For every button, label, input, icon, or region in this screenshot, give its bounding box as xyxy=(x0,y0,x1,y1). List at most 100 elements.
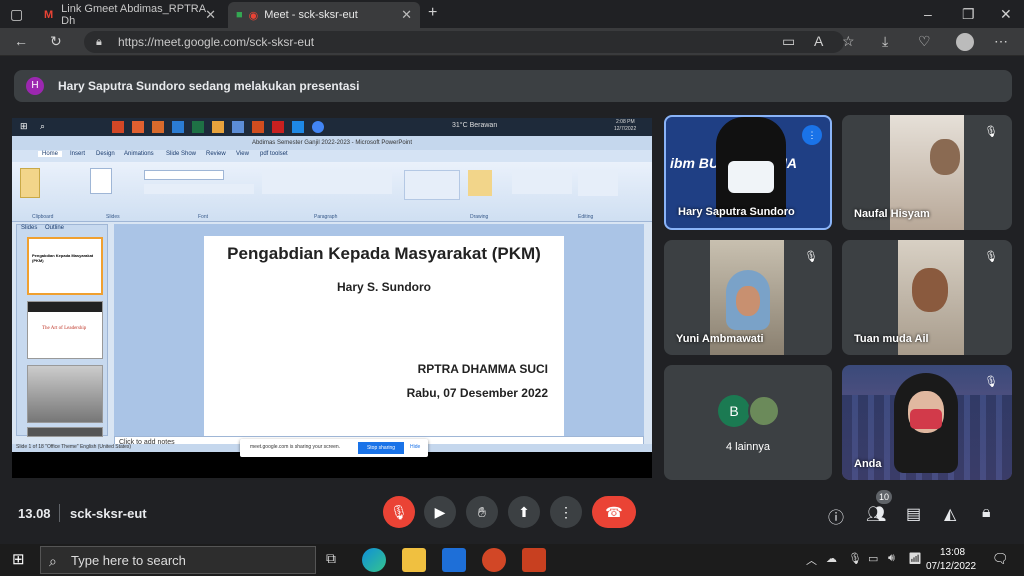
thumb-title: Pengabdian Kepada Masyarakat (PKM) xyxy=(32,253,94,263)
meeting-time: 13.08 xyxy=(18,506,51,521)
participant-face xyxy=(736,286,760,316)
read-aloud-icon[interactable]: A xyxy=(814,33,823,49)
ribbon-tab-design[interactable]: Design xyxy=(96,151,115,157)
ribbon-tab-view[interactable]: View xyxy=(236,151,249,157)
tab-actions-icon[interactable]: ▢ xyxy=(10,6,23,23)
participant-tile[interactable]: 🎙︎ Tuan muda Ail xyxy=(842,240,1012,355)
more-menu-icon[interactable]: ⋯ xyxy=(994,33,1008,50)
info-icon[interactable]: ⓘ xyxy=(828,504,844,528)
slide-thumbnail[interactable]: The Art of Leadership xyxy=(27,301,103,359)
shared-time: 2:08 PM xyxy=(616,119,635,125)
notifications-icon[interactable]: 🗨︎ xyxy=(992,551,1009,567)
back-icon[interactable]: ← xyxy=(14,33,28,49)
font-select[interactable] xyxy=(144,170,224,180)
shapes-gallery[interactable] xyxy=(404,170,460,200)
app-icon xyxy=(272,121,284,133)
raise-hand-button[interactable]: ✋︎ xyxy=(466,496,498,528)
avatar xyxy=(748,395,780,427)
chat-icon[interactable]: ▤ xyxy=(906,504,921,524)
ribbon-tab-animations[interactable]: Animations xyxy=(124,151,154,157)
participant-tile[interactable]: ibm BUNDA MULIA ⋮ Hary Saputra Sundoro xyxy=(664,115,832,230)
close-window-icon[interactable]: ✕ xyxy=(1000,6,1012,23)
meeting-code: sck-sksr-eut xyxy=(70,506,147,521)
favorites-icon[interactable]: ☆ xyxy=(842,33,855,50)
weather-text: 31°C Berawan xyxy=(452,122,498,129)
lock-icon[interactable]: 🔒︎ xyxy=(96,31,102,53)
slide-thumbnail[interactable]: Pengabdian Kepada Masyarakat (PKM) xyxy=(27,237,103,295)
font-tools[interactable] xyxy=(144,184,254,194)
health-icon[interactable]: ♡ xyxy=(918,33,931,50)
minimize-icon[interactable]: – xyxy=(924,6,932,22)
clock-time[interactable]: 13:08 xyxy=(940,547,965,558)
shape-style-tools[interactable] xyxy=(512,170,572,194)
participant-tile[interactable]: 🎙︎ Naufal Hisyam xyxy=(842,115,1012,230)
camera-icon[interactable]: ▭ xyxy=(782,33,795,50)
download-icon[interactable]: ⤓ xyxy=(882,33,888,50)
hide-button[interactable]: Hide xyxy=(410,444,420,450)
group-label: Paragraph xyxy=(314,214,338,220)
pane-tab-slides[interactable]: Slides xyxy=(21,225,37,231)
windows-start-icon[interactable]: ⊞ xyxy=(12,550,25,568)
mic-off-icon: 🎙︎ xyxy=(804,251,818,263)
group-label: Editing xyxy=(578,214,594,220)
participant-tile-self[interactable]: 🎙︎ Anda xyxy=(842,365,1012,480)
file-explorer-icon[interactable] xyxy=(402,548,426,572)
group-label: Clipboard xyxy=(32,214,54,220)
participant-tile[interactable]: 🎙︎ Yuni Ambmawati xyxy=(664,240,832,355)
ribbon-tab-pdf[interactable]: pdf toolset xyxy=(260,151,288,157)
shared-screen[interactable]: ⊞ ⌕ 31°C Berawan 2:08 PM 12/7/2022 Abdim… xyxy=(12,118,652,478)
new-tab-button[interactable]: + xyxy=(428,4,437,22)
edge-icon[interactable] xyxy=(362,548,386,572)
task-view-icon[interactable]: ⧉ xyxy=(326,550,336,567)
url-input[interactable]: 🔒︎ https://meet.google.com/sck-sksr-eut xyxy=(84,31,844,53)
paste-icon[interactable] xyxy=(20,168,40,198)
camera-toggle-button[interactable]: ▶ xyxy=(424,496,456,528)
tab-meet[interactable]: ■ ◉ Meet - sck-sksr-eut ✕ xyxy=(228,2,420,28)
browser-tab-bar: ▢ M Link Gmeet Abdimas_RPTRA Dh ✕ ■ ◉ Me… xyxy=(0,0,1024,28)
people-icon[interactable]: 👥︎ xyxy=(866,504,886,524)
wifi-icon[interactable]: 📶︎ xyxy=(908,552,922,565)
stop-sharing-button[interactable]: Stop sharing xyxy=(358,442,404,454)
powerpoint-icon[interactable] xyxy=(482,548,506,572)
onedrive-icon[interactable]: ☁︎ xyxy=(826,552,837,565)
others-count: 4 lainnya xyxy=(725,441,771,453)
editing-tools[interactable] xyxy=(578,170,618,196)
refresh-icon[interactable]: ↻ xyxy=(50,33,62,50)
present-button[interactable]: ⬆ xyxy=(508,496,540,528)
ribbon-tab-insert[interactable]: Insert xyxy=(70,151,85,157)
participant-tile-others[interactable]: B 4 lainnya xyxy=(664,365,832,480)
battery-icon[interactable]: ▭ xyxy=(868,552,878,565)
participant-count-badge: 10 xyxy=(876,490,892,504)
new-slide-icon[interactable] xyxy=(90,168,112,194)
maximize-icon[interactable]: ❐ xyxy=(962,6,975,23)
taskbar-search-input[interactable]: ⌕ Type here to search xyxy=(40,546,316,574)
current-slide[interactable]: Pengabdian Kepada Masyarakat (PKM) Hary … xyxy=(204,236,564,436)
profile-avatar[interactable] xyxy=(956,33,974,51)
clock-date[interactable]: 07/12/2022 xyxy=(926,561,976,572)
ribbon: Clipboard Slides Font Paragraph Drawing … xyxy=(12,162,652,222)
ribbon-tab-slideshow[interactable]: Slide Show xyxy=(166,151,196,157)
windows-icon: ⊞ xyxy=(20,121,28,131)
slide-thumbnail[interactable] xyxy=(27,365,103,423)
activities-icon[interactable]: ◭ xyxy=(944,504,956,524)
tray-up-icon[interactable]: ︿ xyxy=(806,552,817,568)
share-notice-bar: meet.google.com is sharing your screen. … xyxy=(240,439,428,457)
pane-tab-outline[interactable]: Outline xyxy=(45,225,64,231)
volume-icon[interactable]: 🔊︎ xyxy=(888,552,895,565)
ribbon-tab-home[interactable]: Home xyxy=(38,151,63,157)
end-call-button[interactable]: ☎︎ xyxy=(592,496,636,528)
slide-thumbnail[interactable] xyxy=(27,427,103,437)
participant-name: Anda xyxy=(854,458,882,470)
close-tab-icon[interactable]: ✕ xyxy=(205,7,216,23)
paragraph-tools[interactable] xyxy=(262,170,392,194)
more-options-button[interactable]: ⋮ xyxy=(550,496,582,528)
ribbon-tab-review[interactable]: Review xyxy=(206,151,226,157)
tab-link-gmeet[interactable]: M Link Gmeet Abdimas_RPTRA Dh ✕ xyxy=(36,2,224,28)
host-controls-icon[interactable]: 🔒︎ xyxy=(982,504,991,522)
store-icon[interactable] xyxy=(442,548,466,572)
close-tab-icon[interactable]: ✕ xyxy=(401,7,412,23)
mic-toggle-button[interactable]: 🎙︎ xyxy=(383,496,415,528)
arrange-icon[interactable] xyxy=(468,170,492,196)
app-icon[interactable] xyxy=(522,548,546,572)
microphone-tray-icon[interactable]: 🎙︎ xyxy=(848,552,862,565)
